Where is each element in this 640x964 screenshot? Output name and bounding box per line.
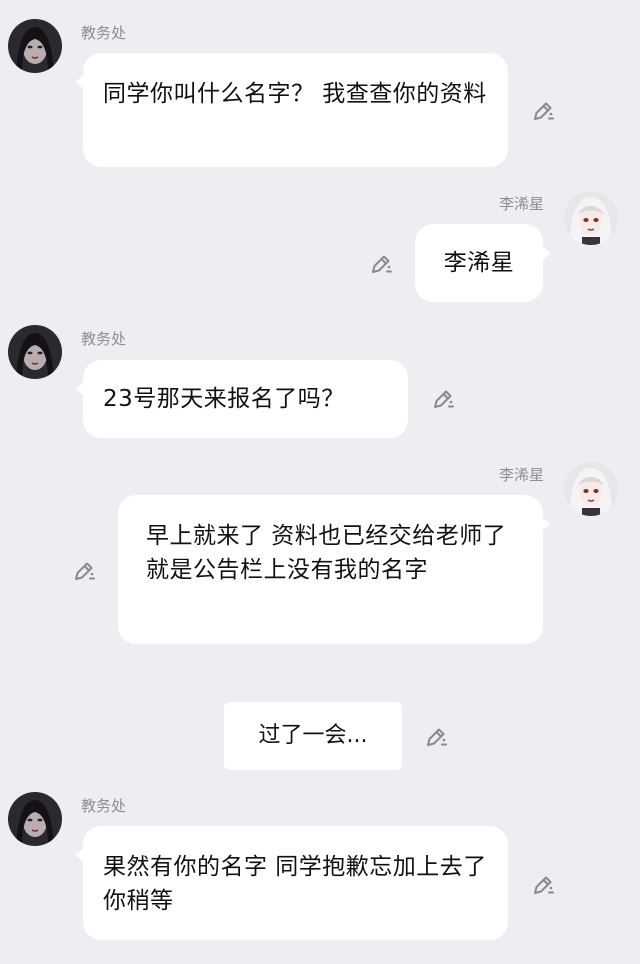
avatar-student[interactable] (564, 462, 618, 516)
avatar-staff[interactable] (8, 792, 62, 846)
pencil-edit-icon[interactable] (368, 251, 394, 277)
message-text: 果然有你的名字 同学抱歉忘加上去了 你稍等 (103, 854, 487, 914)
narration-text: 过了一会... (258, 723, 368, 748)
message-text: 早上就来了 资料也已经交给老师了 就是公告栏上没有我的名字 (146, 523, 507, 583)
sender-name: 教务处 (81, 24, 127, 42)
message-bubble[interactable]: 早上就来了 资料也已经交给老师了 就是公告栏上没有我的名字 (118, 495, 551, 644)
avatar-student[interactable] (564, 191, 618, 245)
sender-name: 教务处 (81, 330, 127, 348)
narration-bubble[interactable]: 过了一会... (224, 702, 402, 770)
message-bubble[interactable]: 同学你叫什么名字？ 我查查你的资料 (75, 53, 508, 167)
sender-name: 教务处 (81, 797, 127, 815)
pencil-edit-icon[interactable] (530, 872, 556, 898)
pencil-edit-icon[interactable] (71, 558, 97, 584)
message-bubble[interactable]: 李浠星 (415, 224, 551, 302)
pencil-edit-icon[interactable] (423, 724, 449, 750)
pencil-edit-icon[interactable] (530, 98, 556, 124)
message-text: 李浠星 (443, 250, 515, 276)
sender-name: 李浠星 (498, 466, 544, 484)
message-text: 同学你叫什么名字？ 我查查你的资料 (103, 81, 487, 107)
message-text: 23号那天来报名了吗？ (103, 386, 345, 412)
message-bubble[interactable]: 23号那天来报名了吗？ (75, 360, 408, 438)
sender-name: 李浠星 (498, 195, 544, 213)
avatar-staff[interactable] (8, 325, 62, 379)
pencil-edit-icon[interactable] (430, 386, 456, 412)
avatar-staff[interactable] (8, 19, 62, 73)
message-bubble[interactable]: 果然有你的名字 同学抱歉忘加上去了 你稍等 (75, 826, 508, 940)
